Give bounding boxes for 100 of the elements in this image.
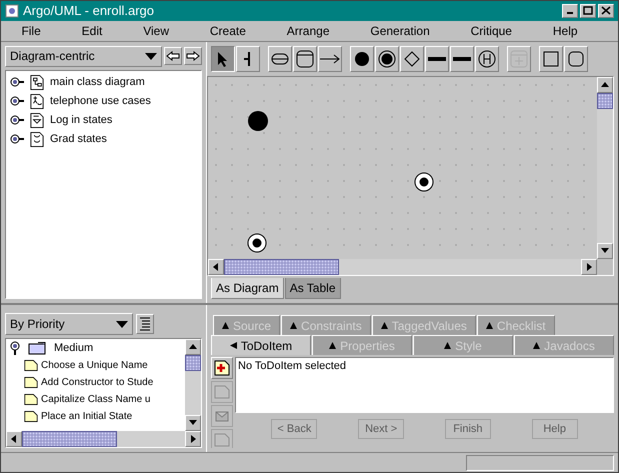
scroll-up-button[interactable]	[185, 339, 201, 356]
todo-item[interactable]: Capitalize Class Name u	[41, 392, 150, 408]
menu-item[interactable]: Help	[548, 22, 582, 40]
left-triangle-icon	[230, 342, 237, 350]
todo-item[interactable]: Place an Initial State	[41, 409, 132, 424]
diamond-icon	[404, 50, 420, 67]
scroll-down-button[interactable]	[185, 415, 201, 432]
menu-item[interactable]: Critique	[466, 22, 516, 40]
todo-description: No ToDoItem selected	[235, 357, 614, 414]
back-button[interactable]	[164, 47, 182, 66]
final-state-node[interactable]	[246, 233, 267, 254]
note-z-icon	[214, 433, 230, 448]
forward-button[interactable]	[184, 47, 202, 66]
vertical-scrollbar[interactable]	[185, 339, 201, 432]
up-triangle-icon	[222, 322, 229, 330]
maximize-button[interactable]	[580, 4, 596, 18]
scroll-left-button[interactable]	[208, 258, 224, 275]
scroll-left-button[interactable]	[6, 431, 22, 448]
scroll-right-button[interactable]	[185, 431, 201, 448]
note-cross-icon	[214, 385, 230, 400]
bar-icon	[453, 56, 471, 61]
menu-item[interactable]: Arrange	[282, 22, 334, 40]
app-icon	[5, 4, 19, 18]
tree-handle-icon[interactable]	[10, 134, 24, 144]
initial-state-node[interactable]	[246, 110, 269, 132]
up-triangle-icon	[329, 342, 336, 350]
note-icon	[24, 375, 38, 390]
final-state-node[interactable]	[414, 172, 434, 192]
dropdown-caret-icon	[116, 320, 128, 328]
view-tab[interactable]: As Diagram	[211, 278, 284, 299]
pointer-icon	[217, 50, 229, 67]
up-triangle-icon	[290, 322, 298, 330]
rounded-rectangle-icon	[271, 52, 289, 65]
new-todo-button[interactable]	[211, 357, 233, 380]
lines-icon	[139, 317, 151, 332]
scroll-down-button[interactable]	[597, 242, 613, 259]
menu-item[interactable]: View	[139, 22, 174, 40]
up-triangle-icon	[533, 342, 540, 350]
vertical-bar-icon	[243, 50, 253, 67]
folder-icon	[28, 342, 46, 355]
tree-item[interactable]: Log in states	[50, 112, 112, 129]
close-button[interactable]	[598, 4, 614, 18]
left-triangle-icon	[211, 262, 221, 272]
left-arrow-icon	[166, 51, 180, 62]
right-arrow-icon	[186, 51, 200, 62]
tree-handle-icon[interactable]	[10, 341, 20, 356]
up-triangle-icon	[380, 322, 388, 330]
scroll-right-button[interactable]	[581, 258, 597, 275]
vertical-scrollbar[interactable]	[597, 76, 613, 259]
right-triangle-icon	[584, 262, 594, 272]
menu-item[interactable]: Create	[206, 22, 250, 40]
left-triangle-icon	[9, 434, 19, 444]
horizontal-scrollbar[interactable]	[208, 258, 597, 275]
todo-item[interactable]: Add Constructor to Stude	[41, 375, 154, 390]
up-triangle-icon	[600, 80, 610, 90]
diagram-file-icon	[30, 92, 44, 110]
note-plus-icon	[214, 360, 230, 376]
scroll-thumb[interactable]	[22, 431, 117, 448]
tool-button[interactable]	[211, 46, 235, 72]
envelope-icon	[214, 409, 230, 424]
flat-tree-button[interactable]	[136, 314, 154, 334]
bar-icon	[428, 56, 446, 61]
menu-item[interactable]: File	[17, 22, 45, 40]
view-tab[interactable]: As Table	[284, 278, 340, 299]
scroll-thumb[interactable]	[224, 258, 339, 275]
diagram-file-icon	[30, 74, 44, 91]
scroll-thumb[interactable]	[597, 92, 613, 109]
todo-item[interactable]: Choose a Unique Name	[41, 358, 148, 374]
window-title: Argo/UML - enroll.argo	[23, 2, 154, 20]
horizontal-scrollbar[interactable]	[6, 431, 201, 448]
tree-handle-icon[interactable]	[10, 96, 24, 106]
bullseye-icon	[378, 50, 396, 68]
square-icon	[543, 50, 559, 67]
arrow-icon	[319, 54, 341, 64]
up-triangle-icon	[444, 342, 452, 350]
minimize-button[interactable]	[562, 4, 578, 18]
tree-item[interactable]: Grad states	[50, 131, 107, 148]
note-icon	[24, 409, 38, 424]
diagram-file-icon	[30, 112, 44, 129]
tree-item[interactable]: Medium	[54, 340, 94, 356]
details-tab[interactable]: ToDoItem	[211, 335, 311, 356]
menu-item[interactable]: Edit	[78, 22, 106, 40]
tree-item[interactable]: telephone use cases	[50, 93, 151, 110]
diagram-file-icon	[30, 130, 44, 148]
scroll-thumb[interactable]	[185, 355, 201, 372]
tree-handle-icon[interactable]	[10, 77, 24, 88]
right-triangle-icon	[188, 434, 198, 444]
filled-circle-icon	[354, 50, 370, 67]
perspective-dropdown[interactable]: Diagram-centric	[5, 46, 162, 67]
note-icon	[24, 392, 38, 408]
maximize-icon	[583, 6, 593, 16]
rounded-square-icon	[296, 50, 314, 68]
up-triangle-icon	[486, 322, 493, 330]
grouping-dropdown[interactable]: By Priority	[5, 313, 133, 336]
scroll-up-button[interactable]	[597, 76, 613, 93]
tree-handle-icon[interactable]	[10, 115, 24, 126]
menu-item[interactable]: Generation	[366, 22, 434, 40]
rounded-square-icon	[568, 50, 584, 67]
note-icon	[24, 358, 38, 374]
tree-item[interactable]: main class diagram	[50, 74, 145, 91]
